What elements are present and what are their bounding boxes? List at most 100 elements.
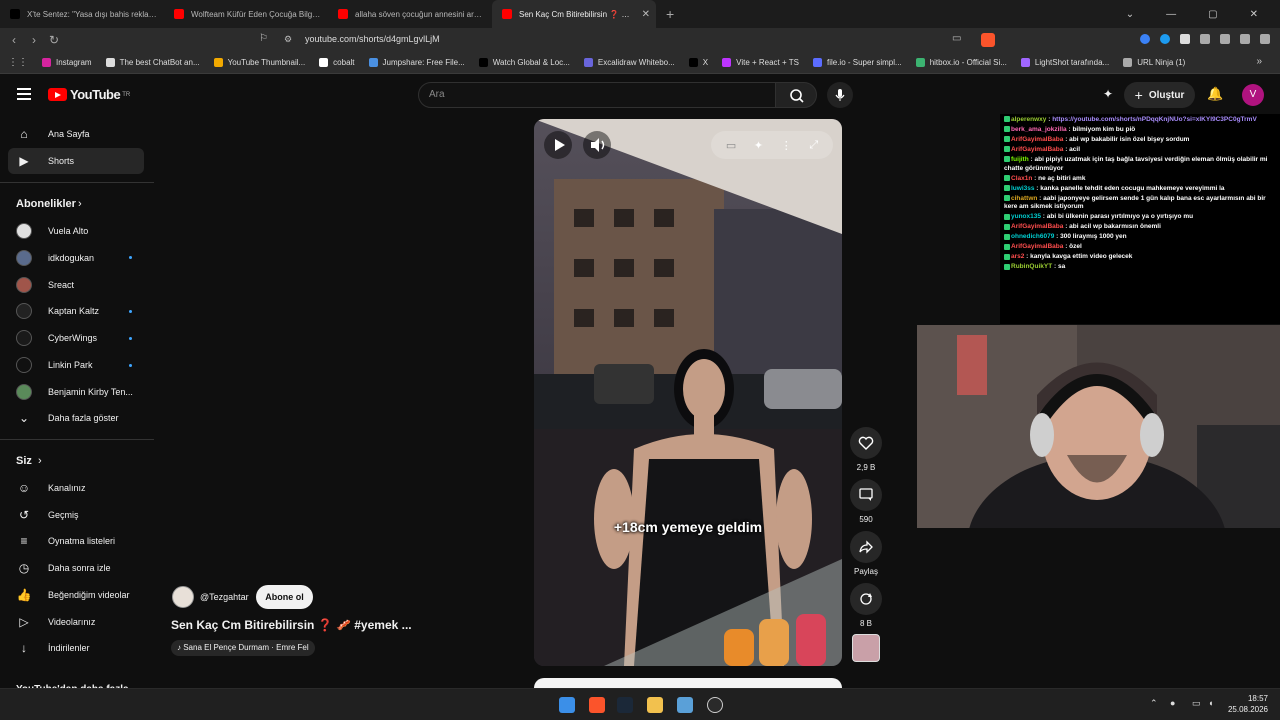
subscribe-button[interactable]: Abone ol (256, 585, 313, 609)
bookmark-item[interactable]: Instagram (42, 58, 92, 67)
subscription-item[interactable]: Vuela Alto (8, 218, 144, 244)
volume-button[interactable] (583, 131, 611, 159)
obs-icon[interactable] (707, 697, 723, 713)
search-button[interactable] (775, 82, 817, 108)
cast-icon[interactable]: ▭ (952, 33, 961, 44)
steam-icon[interactable] (617, 697, 633, 713)
bookmark-item[interactable]: YouTube Thumbnail... (213, 58, 305, 67)
share-button[interactable] (850, 531, 882, 563)
puzzle-icon[interactable] (1200, 34, 1210, 44)
forward-button[interactable]: › (24, 33, 44, 47)
show-more-button[interactable]: ⌄ Daha fazla göster (8, 405, 144, 431)
browser-tab[interactable]: Sen Kaç Cm Bitirebilirsin ❓ 🥓 ... ✕ (492, 0, 656, 28)
bookmark-item[interactable]: URL Ninja (1) (1123, 58, 1185, 67)
remix-button[interactable] (850, 583, 882, 615)
browser-tab[interactable]: X'te Sentez: "Yasa dışı bahis reklamı... (0, 0, 164, 28)
subscription-item[interactable]: Benjamin Kirby Ten... (8, 379, 144, 405)
create-shorts-icon[interactable]: ✦ (1103, 87, 1113, 101)
new-tab-button[interactable]: + (666, 6, 674, 22)
music-icon[interactable] (1220, 34, 1230, 44)
bookmark-item[interactable]: LightShot tarafında... (1020, 58, 1109, 67)
brave-shield-icon[interactable] (981, 33, 995, 47)
sidebar-item-ge-mi-[interactable]: ↺ Geçmiş (8, 502, 144, 528)
browser-tab[interactable]: Wolfteam Küfür Eden Çocuğa Bilgisa... (164, 0, 328, 28)
bookmark-item[interactable]: The best ChatBot an... (105, 58, 200, 67)
system-clock[interactable]: 18:57 25.08.2026 (1228, 693, 1268, 715)
channel-avatar (16, 223, 32, 239)
create-button[interactable]: + Oluştur (1124, 82, 1195, 108)
browser-tab[interactable]: allaha söven çocuğun annesini aradı... (328, 0, 492, 28)
sidebar-item-oynatma-listeleri[interactable]: ≡ Oynatma listeleri (8, 528, 144, 554)
tray-chevron-icon[interactable]: ⌃ (1150, 698, 1158, 709)
channel-avatar[interactable] (172, 586, 194, 608)
site-info-icon[interactable]: ⚙ (284, 34, 292, 45)
subscription-item[interactable]: Kaptan Kaltz (8, 298, 144, 324)
windows-taskbar: ⌃ ● ▭ ◖ 18:57 25.08.2026 (0, 688, 1280, 720)
search-input[interactable]: Ara (418, 82, 776, 108)
like-button[interactable] (850, 427, 882, 459)
remix-sparkle-icon[interactable]: ✦ (754, 139, 763, 152)
sidebar-item-be-endi-im-videolar[interactable]: 👍 Beğendiğim videolar (8, 582, 144, 608)
channel-icon: ☺ (17, 481, 31, 495)
bookmark-item[interactable]: X (688, 58, 708, 67)
bookmark-item[interactable]: Watch Global & Loc... (478, 58, 570, 67)
maximize-button[interactable]: ▢ (1208, 9, 1217, 20)
bookmark-icon[interactable]: ⚐ (259, 33, 268, 44)
more-options-icon[interactable]: ⋮ (781, 139, 792, 152)
tab-list-icon[interactable]: ⌄ (1126, 9, 1134, 20)
bookmark-item[interactable]: Vite + React + TS (722, 58, 799, 67)
sidebar-item-i-ndirilenler[interactable]: ↓ İndirilenler (8, 635, 144, 661)
sidebar-item-ana-sayfa[interactable]: ⌂ Ana Sayfa (8, 121, 144, 147)
you-header[interactable]: Siz (16, 455, 32, 467)
subscription-item[interactable]: Sreact (8, 272, 144, 298)
bookmark-item[interactable]: file.io - Super simpl... (812, 58, 902, 67)
fullscreen-icon[interactable]: ⤢ (809, 139, 818, 152)
sidebar-item-shorts[interactable]: ▶ Shorts (8, 148, 144, 174)
comments-button[interactable] (850, 479, 882, 511)
minimize-button[interactable]: — (1166, 9, 1176, 20)
channel-handle[interactable]: @Tezgahtar (200, 592, 249, 602)
extension-icon[interactable] (1140, 34, 1150, 44)
file-explorer-icon[interactable] (647, 697, 663, 713)
account-avatar[interactable]: V (1242, 84, 1264, 106)
bookmark-item[interactable]: cobalt (319, 58, 355, 67)
close-window-button[interactable]: ✕ (1250, 9, 1258, 20)
voice-search-button[interactable] (827, 82, 853, 108)
youtube-logo[interactable]: YouTube TR (48, 87, 130, 102)
url-field[interactable]: youtube.com/shorts/d4gmLgvlLjM (305, 34, 440, 44)
vpn-icon[interactable] (1260, 34, 1270, 44)
tray-network-icon[interactable]: ▭ (1192, 698, 1201, 709)
sound-thumbnail[interactable] (852, 634, 880, 662)
notifications-bell-icon[interactable]: 🔔 (1207, 86, 1223, 102)
music-chip[interactable]: ♪ Sana El Pençe Durmam · Emre Fel (171, 640, 315, 656)
back-button[interactable]: ‹ (4, 33, 24, 47)
subscription-item[interactable]: Linkin Park (8, 352, 144, 378)
subscriptions-header[interactable]: Abonelikler (16, 198, 76, 210)
photos-icon[interactable] (677, 697, 693, 713)
tray-volume-icon[interactable]: ◖ (1208, 698, 1213, 708)
hamburger-menu-icon[interactable] (17, 88, 31, 100)
bookmark-item[interactable]: Excalidraw Whitebo... (583, 58, 675, 67)
short-video-player[interactable]: ▭ ✦ ⋮ ⤢ +18cm yemeye geldim (534, 119, 842, 666)
windows-start-icon[interactable] (559, 697, 575, 713)
youtube-icon (174, 9, 184, 19)
captions-icon[interactable]: ▭ (726, 139, 736, 152)
channel-avatar (16, 276, 32, 293)
sidebar-item-videolar-n-z[interactable]: ▷ Videolarınız (8, 609, 144, 635)
bookmark-item[interactable]: Jumpshare: Free File... (368, 58, 465, 67)
more-bookmarks-icon[interactable]: » (1256, 56, 1262, 67)
tray-mic-icon[interactable]: ● (1170, 698, 1175, 708)
brave-browser-icon[interactable] (589, 697, 605, 713)
extension-icon[interactable] (1160, 34, 1170, 44)
sidebar-item-kanal-n-z[interactable]: ☺ Kanalınız (8, 475, 144, 501)
download-icon[interactable] (1240, 34, 1250, 44)
subscription-item[interactable]: idkdogukan (8, 245, 144, 271)
subscription-item[interactable]: CyberWings (8, 325, 144, 351)
reload-button[interactable]: ↻ (44, 33, 64, 47)
bookmark-item[interactable]: hitbox.io - Official Si... (915, 58, 1007, 67)
apps-grid-icon[interactable]: ⋮⋮ (8, 57, 28, 68)
play-button[interactable] (544, 131, 572, 159)
sidebar-item-daha-sonra-izle[interactable]: ◷ Daha sonra izle (8, 555, 144, 581)
close-tab-icon[interactable]: ✕ (642, 9, 650, 20)
extension-icon[interactable] (1180, 34, 1190, 44)
